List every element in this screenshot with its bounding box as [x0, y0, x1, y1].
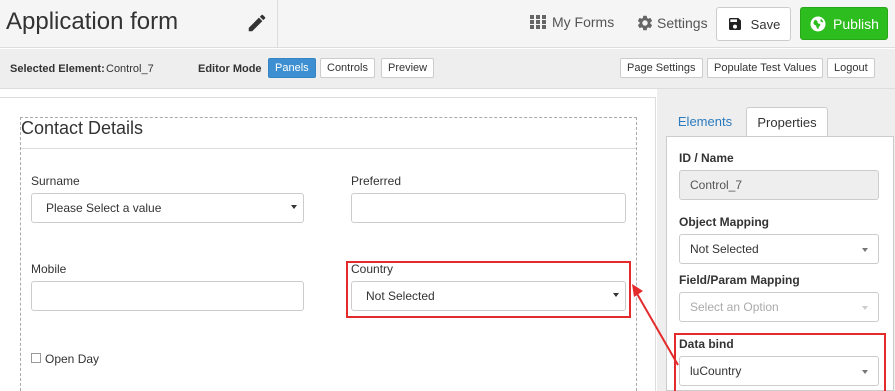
- chevron-down-icon: [862, 248, 868, 252]
- id-name-value: Control_7: [690, 178, 743, 192]
- selected-element-value: Control_7: [106, 63, 154, 75]
- surname-label: Surname: [31, 174, 80, 188]
- mode-panels-button[interactable]: Panels: [268, 58, 316, 78]
- field-mapping-select[interactable]: Select an Option: [679, 292, 879, 322]
- mobile-input[interactable]: [31, 281, 304, 311]
- gear-icon: [637, 15, 653, 31]
- object-mapping-value: Not Selected: [690, 242, 759, 256]
- tab-properties[interactable]: Properties: [746, 107, 828, 136]
- open-day-label: Open Day: [45, 352, 100, 366]
- id-name-label: ID / Name: [679, 151, 734, 165]
- object-mapping-select[interactable]: Not Selected: [679, 234, 879, 264]
- populate-test-values-button[interactable]: Populate Test Values: [707, 58, 824, 78]
- grid-icon: [530, 15, 546, 29]
- panel-title: Contact Details: [21, 118, 144, 138]
- mode-controls-button[interactable]: Controls: [320, 58, 375, 78]
- settings-link[interactable]: Settings: [636, 14, 708, 32]
- surname-select[interactable]: Please Select a value: [31, 193, 304, 223]
- save-label: Save: [750, 16, 781, 32]
- editor-mode-label: Editor Mode: [198, 63, 262, 75]
- chevron-down-icon: [613, 293, 619, 297]
- country-label: Country: [351, 262, 394, 276]
- country-select-value: Not Selected: [366, 289, 435, 303]
- panel-divider: [21, 148, 636, 149]
- globe-icon: [810, 16, 826, 31]
- pencil-icon[interactable]: [246, 12, 268, 34]
- floppy-disk-icon: [728, 18, 741, 30]
- my-forms-link[interactable]: My Forms: [530, 14, 614, 30]
- preferred-label: Preferred: [351, 174, 402, 188]
- open-day-checkbox[interactable]: [31, 353, 41, 363]
- preferred-input[interactable]: [351, 193, 626, 223]
- top-header: Application form My Forms Settings Save …: [0, 0, 895, 48]
- contact-details-panel[interactable]: [20, 117, 637, 391]
- publish-button[interactable]: Publish: [800, 7, 888, 40]
- field-mapping-placeholder: Select an Option: [690, 300, 779, 314]
- mobile-label: Mobile: [31, 262, 67, 276]
- app-title: Application form: [6, 8, 179, 35]
- chevron-down-icon: [862, 370, 868, 374]
- data-bind-select[interactable]: luCountry: [679, 356, 879, 386]
- surname-select-value: Please Select a value: [46, 201, 162, 215]
- tab-elements[interactable]: Elements: [668, 107, 742, 136]
- header-divider: [277, 0, 278, 48]
- mode-preview-button[interactable]: Preview: [381, 58, 435, 78]
- object-mapping-label: Object Mapping: [679, 215, 769, 229]
- page-settings-button[interactable]: Page Settings: [620, 58, 703, 78]
- settings-label: Settings: [657, 15, 708, 31]
- chevron-down-icon: [291, 205, 297, 209]
- publish-label: Publish: [833, 15, 879, 32]
- save-button[interactable]: Save: [716, 7, 791, 41]
- my-forms-label: My Forms: [552, 14, 615, 30]
- logout-button[interactable]: Logout: [827, 58, 875, 78]
- editor-toolbar: Selected Element: Control_7 Editor Mode …: [0, 49, 895, 89]
- data-bind-value: luCountry: [690, 364, 742, 378]
- id-name-field: Control_7: [679, 170, 879, 200]
- field-mapping-label: Field/Param Mapping: [679, 273, 800, 287]
- selected-element-label: Selected Element:: [10, 63, 105, 75]
- chevron-down-icon: [862, 306, 868, 310]
- country-select[interactable]: Not Selected: [351, 281, 626, 311]
- data-bind-label: Data bind: [679, 337, 734, 351]
